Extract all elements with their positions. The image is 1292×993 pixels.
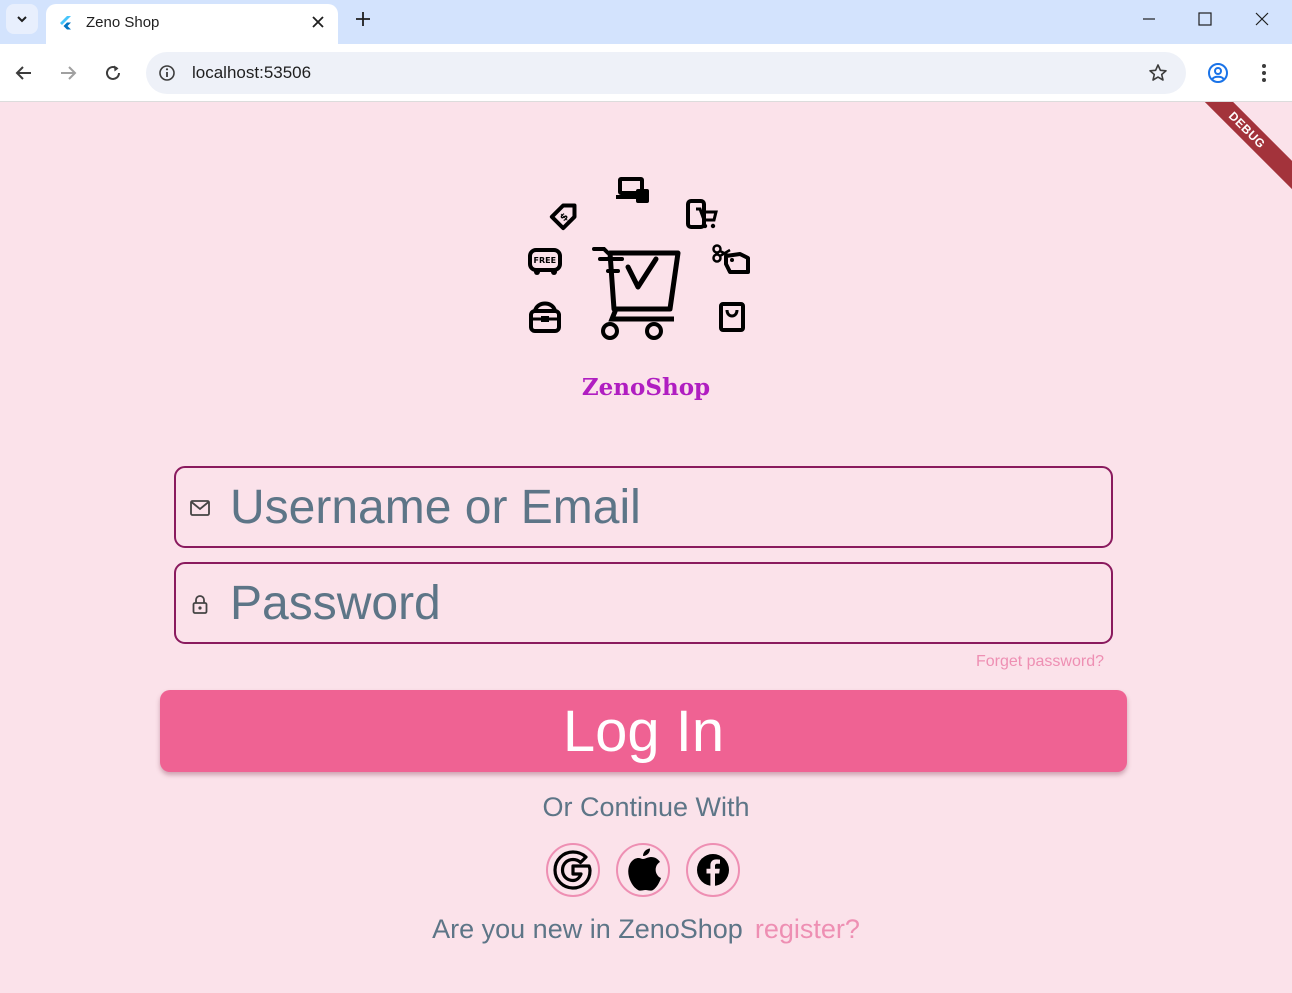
google-icon <box>553 850 592 890</box>
account-circle-icon <box>1208 63 1228 83</box>
browser-tab-bar: Zeno Shop <box>0 0 1292 44</box>
profile-button[interactable] <box>1204 59 1232 87</box>
lock-icon <box>190 594 210 614</box>
minimize-button[interactable] <box>1134 6 1164 32</box>
facebook-icon <box>697 854 729 886</box>
price-tag-icon: $ <box>549 203 577 231</box>
browser-menu-button[interactable] <box>1250 59 1278 87</box>
tab-search-button[interactable] <box>6 4 38 34</box>
shopping-cart-icon <box>592 247 681 340</box>
mail-icon <box>190 498 210 518</box>
arrow-right-icon <box>61 66 77 80</box>
arrow-left-icon <box>15 66 31 80</box>
svg-text:FREE: FREE <box>534 256 557 265</box>
username-field[interactable] <box>174 466 1113 548</box>
shop-logo-illustration: $ FREE <box>528 177 750 340</box>
window-close-button[interactable] <box>1247 6 1277 32</box>
bookmark-button[interactable] <box>1146 61 1170 85</box>
new-tab-button[interactable] <box>350 6 376 32</box>
star-icon <box>1149 64 1167 81</box>
site-info-button[interactable] <box>156 62 178 84</box>
new-user-text: Are you new in ZenoShop <box>432 914 743 944</box>
close-icon <box>1255 12 1269 26</box>
basket-bag-icon <box>529 301 561 333</box>
mobile-cart-icon <box>686 199 718 229</box>
debug-banner: DEBUG <box>1179 102 1292 198</box>
facebook-login-button[interactable] <box>686 843 740 897</box>
reload-icon <box>106 65 120 80</box>
signup-row: Are you new in ZenoShop register? <box>0 914 1292 945</box>
minimize-icon <box>1143 18 1155 20</box>
browser-toolbar: localhost:53506 <box>0 44 1292 102</box>
username-input[interactable] <box>230 478 1090 536</box>
shopping-bag-icon <box>719 302 745 332</box>
tab-close-button[interactable] <box>308 12 328 32</box>
maximize-button[interactable] <box>1190 6 1220 32</box>
flutter-icon <box>60 16 71 30</box>
reload-button[interactable] <box>99 59 127 87</box>
info-icon <box>159 65 175 81</box>
forgot-password-link[interactable]: Forget password? <box>976 653 1104 671</box>
brand-name: ZenoShop <box>581 374 711 401</box>
google-login-button[interactable] <box>546 843 600 897</box>
back-button[interactable] <box>10 59 38 87</box>
browser-tab[interactable]: Zeno Shop <box>46 4 338 44</box>
chevron-down-icon <box>17 16 27 23</box>
url-text: localhost:53506 <box>192 63 312 82</box>
close-icon <box>312 16 324 28</box>
apple-login-button[interactable] <box>616 843 670 897</box>
password-field[interactable] <box>174 562 1113 644</box>
free-delivery-icon: FREE <box>528 248 562 275</box>
tab-title: Zeno Shop <box>86 14 160 31</box>
address-bar[interactable]: localhost:53506 <box>146 52 1186 94</box>
continue-with-label: Or Continue With <box>542 792 750 822</box>
forward-button[interactable] <box>54 59 82 87</box>
plus-icon <box>356 12 370 26</box>
maximize-icon <box>1198 12 1212 26</box>
more-vertical-icon <box>1262 64 1266 82</box>
password-input[interactable] <box>230 574 1090 632</box>
register-link[interactable]: register? <box>755 914 860 944</box>
login-button[interactable]: Log In <box>160 690 1127 772</box>
apple-icon <box>628 848 661 891</box>
coupon-cut-icon <box>712 244 750 274</box>
laptop-bag-icon <box>616 177 649 203</box>
app-viewport: DEBUG $ FREE ZenoShop Username or Email … <box>0 102 1292 993</box>
